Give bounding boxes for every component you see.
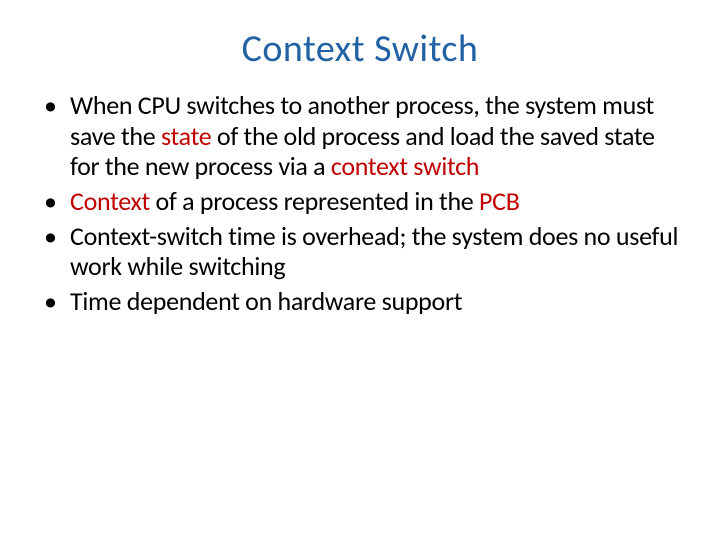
list-item: Time dependent on hardware support [40,286,686,317]
bullet-text: Context-switch time is overhead; the sys… [70,220,678,283]
keyword: context switch [331,150,479,182]
list-item: Context-switch time is overhead; the sys… [40,221,686,282]
slide: Context Switch When CPU switches to anot… [0,0,720,540]
slide-title: Context Switch [28,26,692,72]
list-item: Context of a process represented in the … [40,186,686,217]
bullet-list: When CPU switches to another process, th… [28,90,692,317]
keyword: state [161,120,211,152]
keyword: Context [70,185,150,217]
bullet-text: Time dependent on hardware support [70,285,462,317]
list-item: When CPU switches to another process, th… [40,90,686,182]
bullet-text: of a process represented in the [150,185,479,217]
keyword: PCB [479,185,520,217]
